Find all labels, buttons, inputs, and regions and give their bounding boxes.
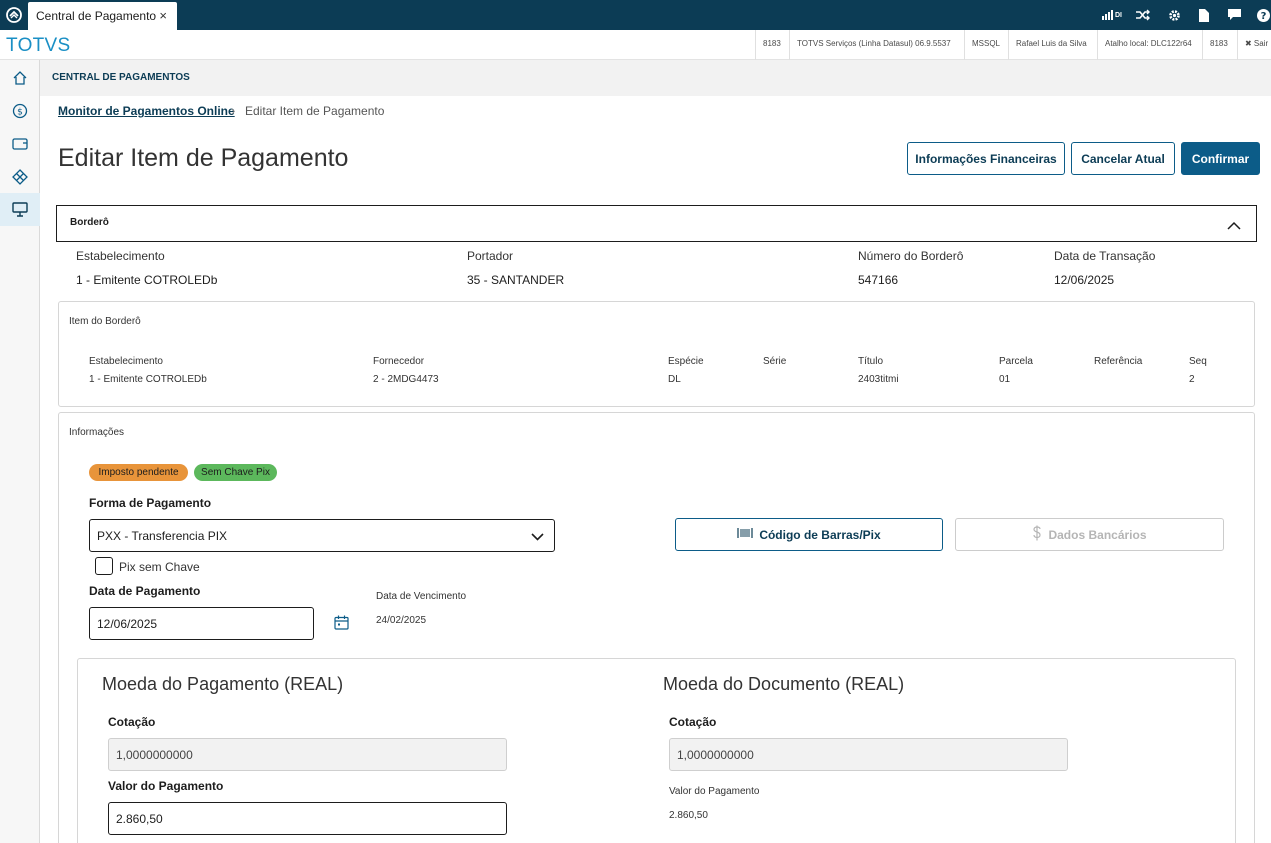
status-badge-no-pix-key: Sem Chave Pix	[194, 464, 277, 481]
info-card-title: Informações	[69, 427, 125, 438]
payment-date-input[interactable]: 12/06/2025	[89, 607, 314, 640]
due-date-label: Data de Vencimento	[376, 591, 467, 602]
brand-logo: TOTVS	[6, 35, 71, 56]
item-column-value: 1 - Emitente COTROLEDb	[89, 374, 207, 385]
document-icon[interactable]	[1189, 0, 1219, 30]
document-amount-label: Valor do Pagamento	[669, 786, 760, 797]
bordero-field-value: 1 - Emitente COTROLEDb	[76, 273, 218, 287]
page-title: Editar Item de Pagamento	[58, 144, 349, 172]
dollar-icon	[1032, 525, 1042, 544]
tab-label: Central de Pagamento	[36, 9, 157, 23]
chevron-up-icon[interactable]	[1227, 217, 1241, 235]
due-date-value: 24/02/2025	[376, 615, 427, 626]
item-column-value: 01	[999, 374, 1011, 385]
item-column-label: Seq	[1189, 356, 1207, 367]
breadcrumb-separator-icon: ›	[231, 103, 236, 118]
item-column-value: 2	[1189, 374, 1195, 385]
pix-without-key-checkbox[interactable]	[95, 557, 113, 575]
payment-form-select[interactable]: PXX - Transferencia PIX	[89, 519, 555, 552]
info-item: Rafael Luis da Silva	[1008, 30, 1094, 60]
bordero-field-label: Número do Borderô	[858, 249, 964, 263]
bordero-field-value: 35 - SANTANDER	[467, 273, 565, 287]
svg-text:$: $	[17, 107, 23, 117]
shuffle-icon[interactable]	[1128, 0, 1158, 30]
calendar-icon[interactable]	[334, 615, 349, 635]
item-column-label: Espécie	[668, 356, 704, 367]
chevron-down-icon[interactable]	[531, 530, 544, 544]
item-column-label: Fornecedor	[373, 356, 425, 367]
barcode-pix-label: Código de Barras/Pix	[759, 527, 881, 542]
barcode-icon	[737, 527, 753, 542]
breadcrumb-monitor-link[interactable]: Monitor de Pagamentos Online	[58, 104, 235, 118]
gear-icon[interactable]	[1159, 0, 1189, 30]
home-icon[interactable]	[0, 61, 40, 94]
item-card	[58, 301, 1255, 407]
barcode-pix-button[interactable]: Código de Barras/Pix	[675, 518, 943, 551]
item-column-label: Título	[858, 356, 884, 367]
bank-data-label: Dados Bancários	[1048, 527, 1147, 542]
info-item: MSSQL	[964, 30, 1007, 60]
bank-data-button[interactable]: Dados Bancários	[955, 518, 1224, 551]
item-column-value: 2 - 2MDG4473	[373, 374, 439, 385]
bordero-accordion[interactable]: Borderô	[56, 205, 1257, 242]
exit-link[interactable]: ✖ Sair	[1237, 30, 1271, 60]
bordero-title: Borderô	[70, 217, 109, 228]
status-badge-tax-pending: Imposto pendente	[89, 464, 188, 481]
payment-form-value: PXX - Transferencia PIX	[97, 529, 228, 543]
top-tab-bar: Central de Pagamento × DI ?	[0, 0, 1271, 30]
signal-suffix: DI	[1115, 11, 1122, 19]
info-item: Atalho local: DLC122r64	[1097, 30, 1199, 60]
document-rate-input[interactable]: 1,0000000000	[669, 738, 1068, 771]
page-header-title: CENTRAL DE PAGAMENTOS	[52, 72, 190, 83]
info-item: TOTVS Serviços (Linha Datasul) 06.9.5537	[789, 30, 958, 60]
confirm-button[interactable]: Confirmar	[1181, 142, 1260, 175]
chat-icon[interactable]	[1219, 0, 1249, 30]
info-item: 8183	[755, 30, 788, 60]
payment-icon[interactable]: $	[0, 94, 40, 127]
bordero-field-value: 547166	[858, 273, 899, 287]
item-column-label: Série	[763, 356, 787, 367]
item-card-title: Item do Borderô	[69, 316, 141, 327]
payment-form-label: Forma de Pagamento	[89, 496, 212, 510]
bordero-field-value: 12/06/2025	[1054, 273, 1115, 287]
item-column-value: 2403titmi	[858, 374, 899, 385]
cancel-button[interactable]: Cancelar Atual	[1071, 142, 1175, 175]
signal-di-icon[interactable]: DI	[1097, 0, 1127, 30]
tab-central-de-pagamento[interactable]: Central de Pagamento ×	[28, 2, 177, 30]
bordero-field-label: Portador	[467, 249, 514, 263]
pix-without-key-label: Pix sem Chave	[119, 560, 200, 574]
svg-text:?: ?	[1260, 11, 1266, 22]
wallet-icon[interactable]	[0, 127, 40, 160]
item-column-value: DL	[668, 374, 681, 385]
payment-amount-label: Valor do Pagamento	[108, 779, 224, 793]
info-item: 8183	[1202, 30, 1235, 60]
breadcrumb-current: Editar Item de Pagamento	[245, 104, 385, 118]
bordero-field-label: Estabelecimento	[76, 249, 165, 263]
item-column-label: Referência	[1094, 356, 1143, 367]
document-rate-label: Cotação	[669, 715, 717, 729]
document-currency-title: Moeda do Documento (REAL)	[663, 674, 905, 694]
close-tab-icon[interactable]: ×	[159, 8, 167, 23]
workflow-icon[interactable]	[0, 160, 40, 193]
bordero-field-label: Data de Transação	[1054, 249, 1156, 263]
app-logo-icon[interactable]	[0, 0, 28, 30]
payment-rate-input[interactable]: 1,0000000000	[108, 738, 507, 771]
payment-currency-title: Moeda do Pagamento (REAL)	[102, 674, 344, 694]
item-column-label: Estabelecimento	[89, 356, 163, 367]
payment-rate-label: Cotação	[108, 715, 156, 729]
payment-date-label: Data de Pagamento	[89, 584, 201, 598]
monitor-icon[interactable]	[0, 193, 40, 226]
payment-amount-input[interactable]: 2.860,50	[108, 802, 507, 835]
help-icon[interactable]: ?	[1248, 0, 1271, 30]
item-column-label: Parcela	[999, 356, 1033, 367]
page-header: CENTRAL DE PAGAMENTOS	[40, 60, 1271, 96]
document-amount-value: 2.860,50	[669, 810, 708, 821]
financial-info-button[interactable]: Informações Financeiras	[907, 142, 1065, 175]
